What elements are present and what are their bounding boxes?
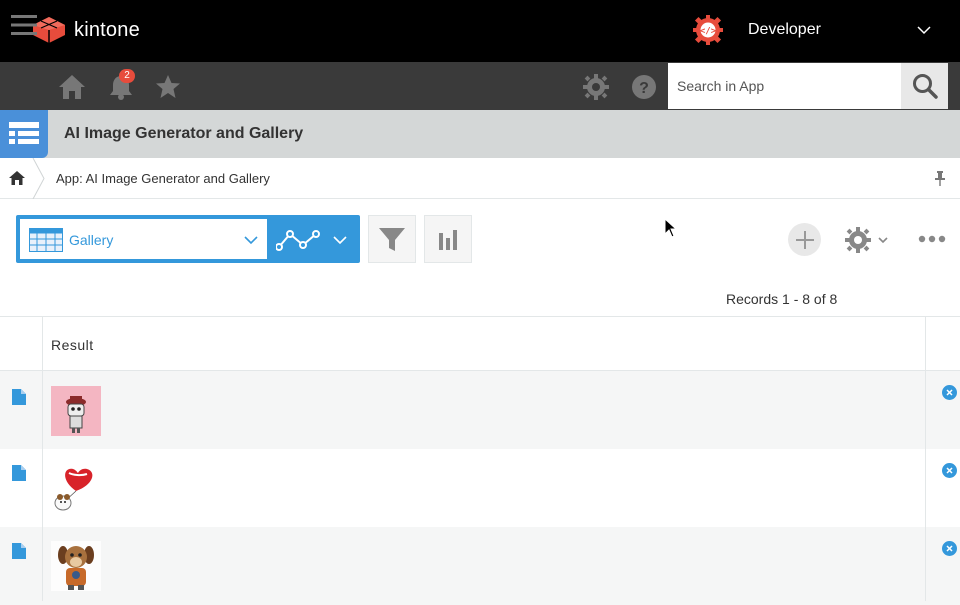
pin-icon[interactable] (932, 170, 948, 186)
record-detail-icon[interactable] (12, 389, 26, 405)
top-bar: kintone </> Developer (0, 0, 960, 62)
image-dog-astronaut-icon[interactable] (51, 541, 101, 591)
chevron-down-icon[interactable] (332, 232, 348, 248)
developer-gear-icon[interactable]: </> (692, 14, 724, 46)
app-settings-button[interactable] (845, 226, 893, 254)
mouse-cursor-icon (664, 218, 678, 238)
menu-icon[interactable] (11, 12, 37, 38)
settings-gear-icon (845, 227, 871, 253)
home-icon[interactable] (59, 74, 85, 100)
delete-record-icon[interactable] (942, 463, 957, 478)
star-icon[interactable] (155, 74, 181, 100)
image-robot-dog-icon[interactable] (51, 386, 101, 436)
table-view-icon (29, 228, 63, 252)
kintone-logo[interactable]: kintone (32, 16, 140, 44)
table-row[interactable] (0, 371, 960, 449)
app-icon[interactable] (0, 110, 48, 158)
breadcrumb-separator (32, 158, 45, 199)
app-title: AI Image Generator and Gallery (64, 125, 304, 142)
filter-button[interactable] (368, 215, 416, 263)
help-icon[interactable]: ? (631, 74, 657, 100)
kintone-logo-icon (33, 17, 65, 43)
settings-gear-icon[interactable] (583, 74, 609, 100)
list-app-icon (9, 122, 39, 144)
delete-record-icon[interactable] (942, 385, 957, 400)
records-table: Result (0, 316, 960, 605)
bar-chart-icon (439, 230, 457, 250)
search-icon (912, 74, 938, 99)
column-header-result[interactable]: Result (51, 337, 94, 353)
chart-button[interactable] (424, 215, 472, 263)
svg-text:?: ? (639, 80, 649, 97)
search-input[interactable] (668, 63, 901, 109)
column-divider (925, 317, 926, 601)
table-header-row: Result (0, 317, 960, 371)
plus-icon (795, 230, 814, 249)
record-detail-icon[interactable] (12, 543, 26, 559)
image-dog-heart-balloon-icon[interactable] (51, 463, 101, 513)
breadcrumb-home-icon[interactable] (9, 170, 25, 186)
table-row[interactable] (0, 527, 960, 605)
breadcrumb-app-link[interactable]: App: AI Image Generator and Gallery (56, 171, 270, 186)
brand-name: kintone (74, 18, 140, 41)
table-row[interactable] (0, 449, 960, 527)
records-count: Records 1 - 8 of 8 (726, 291, 838, 307)
selected-view-label: Gallery (69, 232, 114, 248)
svg-text:</>: </> (700, 27, 717, 37)
notification-count-badge: 2 (119, 69, 135, 83)
filter-icon (379, 228, 405, 251)
add-record-button[interactable] (788, 223, 821, 256)
search-button[interactable] (901, 63, 948, 109)
more-options-icon[interactable] (917, 232, 947, 246)
chevron-down-icon[interactable] (916, 22, 932, 38)
chevron-down-icon (878, 237, 888, 244)
chevron-down-icon[interactable] (243, 232, 259, 248)
graph-icon[interactable] (276, 226, 320, 254)
record-detail-icon[interactable] (12, 465, 26, 481)
user-name[interactable]: Developer (748, 21, 821, 39)
column-divider (42, 317, 43, 601)
delete-record-icon[interactable] (942, 541, 957, 556)
